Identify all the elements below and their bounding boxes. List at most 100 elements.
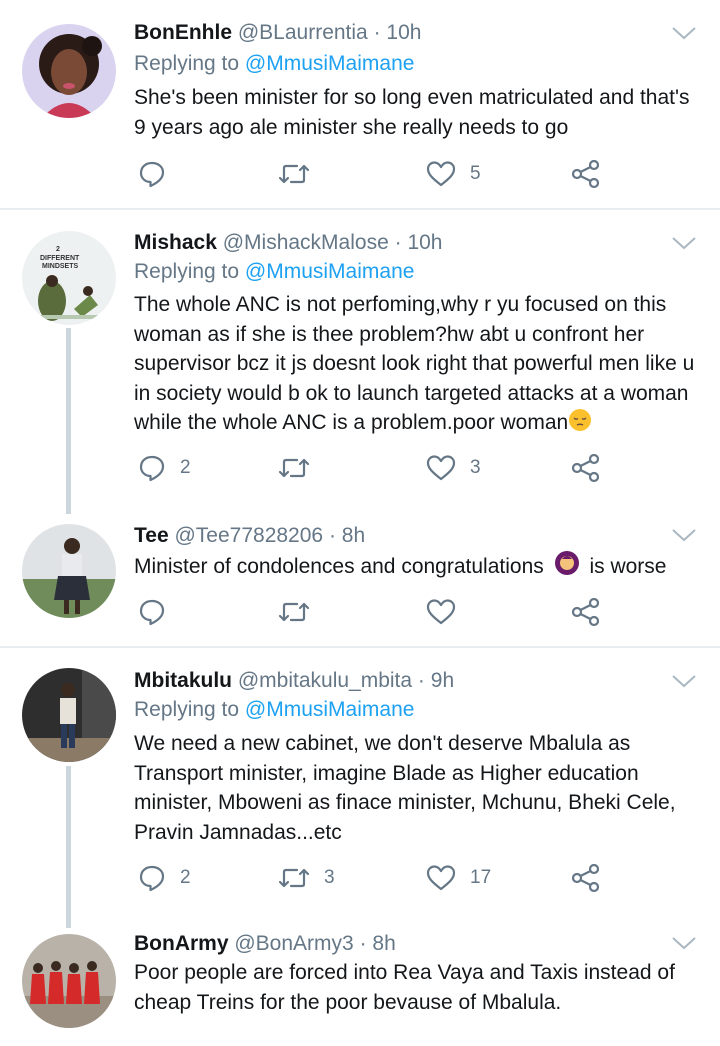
replying-to: Replying to @MmusiMaimane [134, 697, 414, 723]
share-icon [571, 159, 600, 189]
replying-to-label: Replying to [134, 698, 240, 721]
retweet-button[interactable]: 3 [278, 863, 335, 893]
chevron-down-icon[interactable] [671, 672, 697, 690]
share-button[interactable] [571, 159, 601, 189]
like-count: 17 [470, 867, 492, 888]
avatar[interactable]: 2 DIFFERENT MINDSETS [22, 231, 116, 325]
reply-count: 2 [180, 867, 191, 888]
retweet-button[interactable] [278, 159, 324, 189]
chevron-down-icon[interactable] [671, 234, 697, 252]
share-icon [571, 863, 600, 893]
avatar[interactable] [22, 524, 116, 618]
tweet-header: Mbitakulu @mbitakulu_mbita · 9h [134, 668, 454, 694]
action-bar [134, 597, 614, 627]
display-name[interactable]: Mbitakulu [134, 669, 232, 692]
timestamp[interactable]: 8h [342, 524, 365, 547]
tweet[interactable]: Tee @Tee77828206 · 8h Minister of condol… [0, 510, 720, 646]
reply-count: 2 [180, 457, 191, 478]
tweet-text: Poor people are forced into Rea Vaya and… [134, 961, 675, 1014]
pensive-face-emoji [569, 409, 592, 431]
tweet-text-content: is worse [589, 555, 667, 578]
avatar-text: DIFFERENT [40, 255, 80, 262]
avatar[interactable] [22, 668, 116, 762]
tweet[interactable]: 2 DIFFERENT MINDSETS Mishack @MishackMal… [0, 210, 720, 514]
user-handle[interactable]: @mbitakulu_mbita [238, 669, 412, 692]
share-icon [571, 453, 600, 483]
user-handle[interactable]: @Tee77828206 [174, 524, 323, 547]
retweet-icon [278, 164, 310, 184]
like-button[interactable]: 5 [426, 159, 481, 189]
heart-icon [426, 865, 456, 891]
timestamp[interactable]: 10h [407, 231, 442, 254]
action-bar: 5 [134, 159, 614, 189]
tweet-text-content: The whole ANC is not perfoming,why r yu … [134, 293, 695, 434]
timestamp[interactable]: 10h [386, 21, 421, 44]
separator: · [359, 932, 367, 955]
tweet-header: Tee @Tee77828206 · 8h [134, 523, 365, 549]
share-icon [571, 597, 600, 627]
tweet[interactable]: Mbitakulu @mbitakulu_mbita · 9h Replying… [0, 648, 720, 928]
reply-icon [139, 455, 165, 482]
tweet-header: Mishack @MishackMalose · 10h [134, 230, 442, 256]
tweet-text: We need a new cabinet, we don't deserve … [134, 732, 676, 844]
heart-icon [426, 599, 456, 625]
mention-link[interactable]: @MmusiMaimane [245, 260, 415, 283]
like-button[interactable]: 3 [426, 453, 481, 483]
retweet-button[interactable] [278, 597, 324, 627]
timestamp[interactable]: 8h [372, 932, 395, 955]
mention-link[interactable]: @MmusiMaimane [245, 698, 415, 721]
share-button[interactable] [571, 863, 601, 893]
heart-icon [426, 455, 456, 481]
timestamp[interactable]: 9h [431, 669, 454, 692]
action-bar: 2 3 [134, 453, 614, 483]
tweet[interactable]: BonEnhle @BLaurrentia · 10h Replying to … [0, 0, 720, 208]
user-handle[interactable]: @MishackMalose [223, 231, 389, 254]
avatar[interactable] [22, 24, 116, 118]
display-name[interactable]: Mishack [134, 231, 217, 254]
reply-button[interactable] [138, 597, 180, 627]
reply-button[interactable]: 2 [138, 863, 191, 893]
retweet-icon [278, 868, 310, 888]
thread-line [66, 766, 71, 928]
separator: · [394, 231, 402, 254]
chevron-down-icon[interactable] [671, 934, 697, 952]
thread-line [66, 328, 71, 514]
separator: · [417, 669, 425, 692]
like-button[interactable] [426, 597, 470, 627]
reply-icon [139, 161, 165, 188]
reply-button[interactable]: 2 [138, 453, 191, 483]
tweet-text-content: Minister of condolences and congratulati… [134, 555, 544, 578]
user-handle[interactable]: @BLaurrentia [238, 21, 368, 44]
like-button[interactable]: 17 [426, 863, 491, 893]
share-button[interactable] [571, 597, 601, 627]
replying-to: Replying to @MmusiMaimane [134, 51, 414, 77]
retweet-icon [278, 602, 310, 622]
display-name[interactable]: BonArmy [134, 932, 229, 955]
avatar[interactable] [22, 934, 116, 1028]
retweet-icon [278, 458, 310, 478]
chevron-down-icon[interactable] [671, 24, 697, 42]
avatar-text: MINDSETS [42, 263, 79, 270]
facepalm-emoji [554, 551, 579, 575]
heart-icon [426, 161, 456, 187]
share-button[interactable] [571, 453, 601, 483]
tweet-text: Minister of condolences and congratulati… [134, 550, 709, 582]
action-bar: 2 3 17 [134, 863, 614, 893]
retweet-count: 3 [324, 867, 335, 888]
separator: · [328, 524, 336, 547]
replying-to-label: Replying to [134, 260, 240, 283]
reply-button[interactable] [138, 159, 180, 189]
mention-link[interactable]: @MmusiMaimane [245, 52, 415, 75]
tweet-header: BonEnhle @BLaurrentia · 10h [134, 20, 421, 46]
replying-to: Replying to @MmusiMaimane [134, 259, 414, 285]
retweet-button[interactable] [278, 453, 324, 483]
chevron-down-icon[interactable] [671, 526, 697, 544]
tweet-text: She's been minister for so long even mat… [134, 86, 690, 139]
display-name[interactable]: BonEnhle [134, 21, 232, 44]
tweet-text: The whole ANC is not perfoming,why r yu … [134, 290, 709, 438]
display-name[interactable]: Tee [134, 524, 169, 547]
reply-icon [139, 599, 165, 626]
like-count: 5 [470, 163, 481, 184]
tweet[interactable]: BonArmy @BonArmy3 · 8h Poor people are f… [0, 918, 720, 1046]
user-handle[interactable]: @BonArmy3 [234, 932, 353, 955]
